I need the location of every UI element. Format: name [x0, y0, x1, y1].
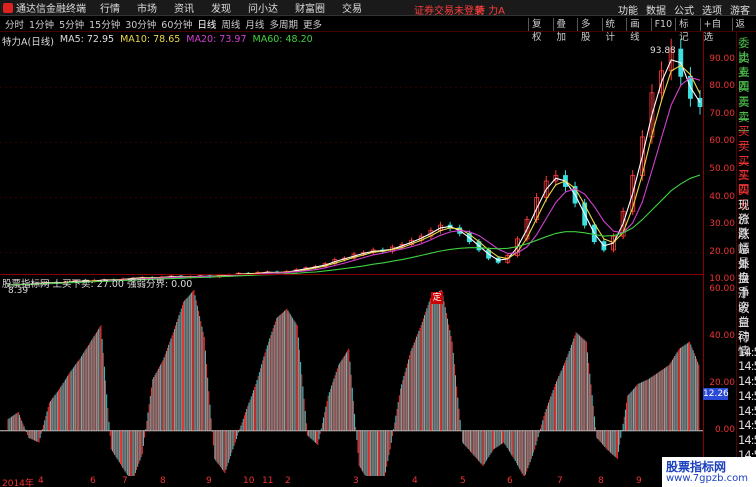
date-tick: 4	[38, 476, 44, 486]
period-monthly[interactable]: 月线	[245, 17, 264, 31]
date-tick: 11	[262, 476, 274, 486]
price-tick: 90.00	[709, 53, 735, 64]
ma5-line	[7, 59, 701, 286]
date-tick: 8	[598, 476, 604, 486]
tool-watchlist[interactable]: +自选	[699, 18, 732, 43]
period-60min[interactable]: 60分钟	[161, 17, 192, 31]
stock-name-title: 特 力A	[475, 6, 506, 17]
date-tick: 7	[122, 476, 128, 486]
indicator-tick: 40.00	[709, 330, 735, 341]
tool-draw[interactable]: 画线	[626, 18, 651, 43]
menu-item-news[interactable]: 资讯	[174, 0, 194, 15]
period-daily[interactable]: 日线	[197, 17, 216, 31]
tool-overlay[interactable]: 叠加	[552, 18, 578, 43]
date-tick: 4	[412, 476, 418, 486]
side-panel-item[interactable]: 14:5	[738, 418, 756, 432]
side-panel-item[interactable]: 14:5	[738, 374, 756, 388]
menu-function[interactable]: 功能	[618, 2, 638, 17]
watermark: 股票指标网 www.7gpzb.com	[662, 457, 756, 487]
top-right-menu: 功能 数据 公式 选项 游客	[618, 2, 750, 17]
indicator-current-value: 12.26	[703, 388, 729, 400]
date-tick: 8	[160, 476, 166, 486]
period-1min[interactable]: 1分钟	[29, 17, 54, 31]
price-chart[interactable]	[0, 32, 703, 476]
tool-buttons: 复权 叠加 多股 统计 画线 F10 标记 +自选 返回	[528, 18, 756, 43]
date-tick: 6	[507, 476, 513, 486]
indicator-label: 股票指标网 上买下卖: 27.00 强弱分界: 0.00	[2, 279, 193, 290]
date-tick: 5	[460, 476, 466, 486]
period-intraday[interactable]: 分时	[5, 17, 24, 31]
price-tick: 40.00	[709, 191, 735, 202]
date-tick: 2	[285, 476, 291, 486]
date-tick: 6	[90, 476, 96, 486]
side-panel-item[interactable]: 14:5	[738, 345, 756, 359]
side-panel-item[interactable]: 14:5	[738, 389, 756, 403]
ma10-line	[7, 64, 701, 286]
tool-multi[interactable]: 多股	[577, 18, 602, 43]
menu-item-markets[interactable]: 市场	[137, 0, 157, 15]
tool-stats[interactable]: 统计	[601, 18, 627, 43]
menu-item-ask[interactable]: 问小达	[248, 0, 278, 15]
period-15min[interactable]: 15分钟	[89, 17, 120, 31]
period-multi[interactable]: 多周期	[269, 17, 298, 31]
menu-guest[interactable]: 游客	[730, 2, 750, 17]
tool-mark[interactable]: 标记	[675, 18, 700, 43]
side-panel-item[interactable]: 14:5	[738, 359, 756, 373]
period-30min[interactable]: 30分钟	[125, 17, 156, 31]
app-title: 通达信金融终端	[16, 4, 86, 15]
high-price-label: 93.88	[650, 46, 676, 56]
quote-side-panel: 委比 卖五 卖四 卖三 卖二 卖一 买一 买二 买三 买四 买五 现价 涨跌 涨幅 总量 外盘 换手 净资 收益 自动…	[736, 32, 756, 476]
menu-options[interactable]: 选项	[702, 2, 722, 17]
indicator-tick: 0.00	[714, 424, 735, 435]
tool-back[interactable]: 返回	[731, 18, 756, 43]
side-panel-item[interactable]: 14:5	[738, 404, 756, 418]
login-warning[interactable]: 证券交易未登录	[414, 2, 484, 17]
indicator-tick: 60.00	[709, 284, 735, 294]
position-marker[interactable]: 定	[431, 292, 443, 304]
price-tick: 20.00	[709, 246, 735, 257]
menu-item-discover[interactable]: 发现	[211, 0, 231, 15]
date-tick: 10	[243, 476, 255, 486]
menu-item-trade[interactable]: 交易	[342, 0, 362, 15]
date-tick: 9	[636, 476, 642, 486]
period-weekly[interactable]: 周线	[221, 17, 240, 31]
price-tick: 60.00	[709, 136, 735, 147]
date-tick: 9	[206, 476, 212, 486]
price-tick: 50.00	[709, 164, 735, 174]
price-tick: 10.00	[709, 274, 735, 285]
price-tick: 80.00	[709, 81, 735, 92]
app-window: 通达信金融终端 行情 市场 资讯 发现 问小达 财富圈 交易 证券交易未登录 特…	[0, 0, 756, 487]
menu-item-wealth[interactable]: 财富圈	[295, 0, 325, 15]
price-tick: 30.00	[709, 219, 735, 230]
side-panel-item[interactable]: 14:5	[738, 433, 756, 447]
price-tick: 70.00	[709, 108, 735, 119]
date-tick: 2014年	[2, 479, 34, 487]
date-tick: 7	[557, 476, 563, 486]
tool-adjust[interactable]: 复权	[528, 18, 553, 43]
tool-f10[interactable]: F10	[650, 18, 676, 31]
menu-data[interactable]: 数据	[646, 2, 666, 17]
menu-item-market[interactable]: 行情	[100, 0, 120, 15]
app-logo-icon	[3, 2, 13, 13]
pane-divider[interactable]	[0, 274, 703, 275]
indicator-tick: 20.00	[709, 377, 735, 388]
date-tick: 3	[353, 476, 359, 486]
watermark-url: www.7gpzb.com	[666, 473, 748, 484]
price-axis: 90.00 80.00 70.00 60.00 50.00 40.00 30.00 20.00…	[703, 32, 736, 476]
period-5min[interactable]: 5分钟	[59, 17, 84, 31]
date-axis: 2014年 4 6 7 8 9 10 11 2 3 4 5 6 7 8 9	[0, 476, 703, 487]
menu-bar: 通达信金融终端 行情 市场 资讯 发现 问小达 财富圈 交易 证券交易未登录 特…	[0, 0, 756, 17]
menu-formula[interactable]: 公式	[674, 2, 694, 17]
period-more[interactable]: 更多	[303, 17, 322, 31]
